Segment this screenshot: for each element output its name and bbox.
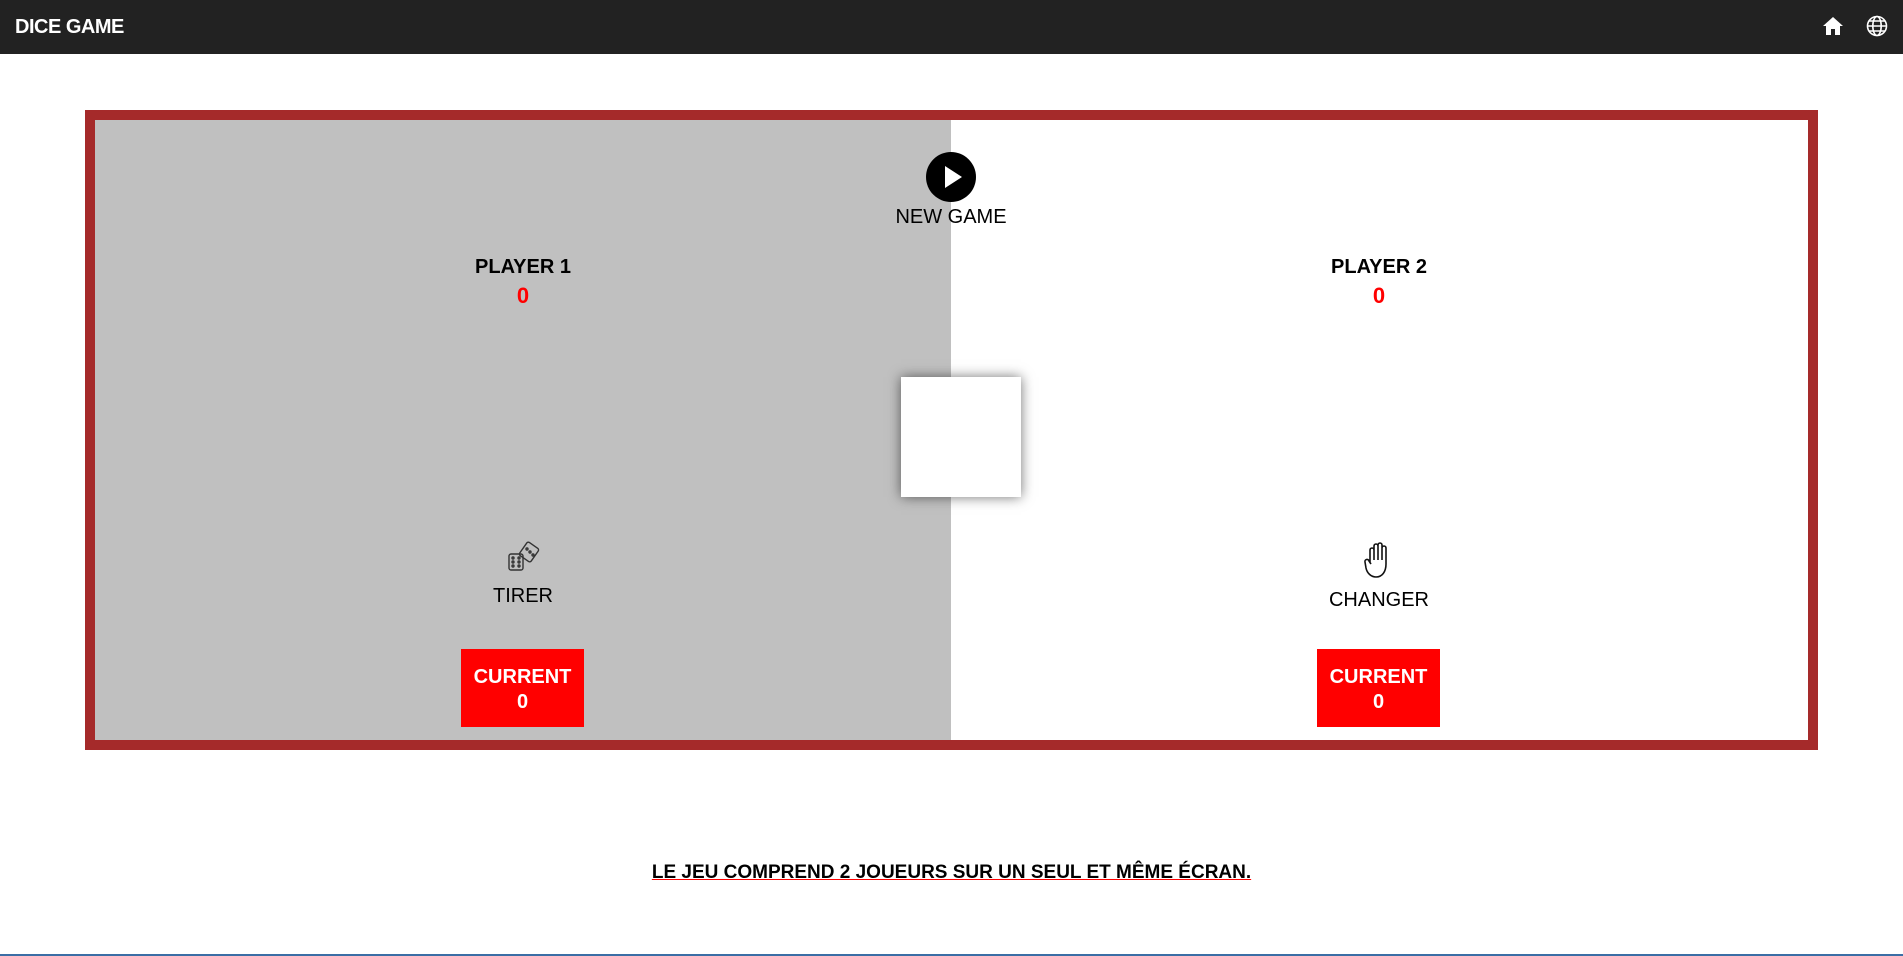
hand-icon (1364, 542, 1387, 578)
game-board: NEW GAME PLAYER 1 0 PLAYER 2 0 TIRER CHA… (85, 110, 1818, 750)
navbar: DICE GAME (0, 0, 1903, 54)
hold-label: CHANGER (1328, 589, 1429, 611)
brand-title[interactable]: DICE GAME (15, 16, 124, 39)
player1-current-value: 0 (516, 691, 529, 713)
hold-button[interactable]: CHANGER (1279, 540, 1479, 612)
player2-current-label: CURRENT (1329, 666, 1428, 688)
play-icon (926, 152, 976, 202)
player2-current-box: CURRENT 0 (1317, 649, 1440, 727)
rules-text: LE JEU COMPREND 2 JOUEURS SUR UN SEUL ET… (0, 862, 1903, 884)
player1-panel (95, 120, 951, 740)
player1-current-box: CURRENT 0 (461, 649, 584, 727)
dice-face (901, 377, 1021, 497)
player2-score: 0 (1372, 283, 1386, 308)
new-game-button[interactable]: NEW GAME (851, 152, 1051, 229)
roll-label: TIRER (493, 585, 553, 607)
dice-icon (508, 541, 540, 571)
rules-text-label: LE JEU COMPREND 2 JOUEURS SUR UN SEUL ET… (651, 862, 1252, 883)
globe-icon[interactable] (1865, 14, 1889, 38)
player1-name: PLAYER 1 (475, 256, 571, 278)
player1-score: 0 (516, 283, 530, 308)
roll-button[interactable]: TIRER (423, 540, 623, 608)
player1-current-label: CURRENT (473, 666, 572, 688)
player2-current-value: 0 (1372, 691, 1385, 713)
player2-name: PLAYER 2 (1331, 256, 1427, 278)
new-game-label: NEW GAME (895, 206, 1007, 228)
home-icon[interactable] (1821, 14, 1845, 38)
